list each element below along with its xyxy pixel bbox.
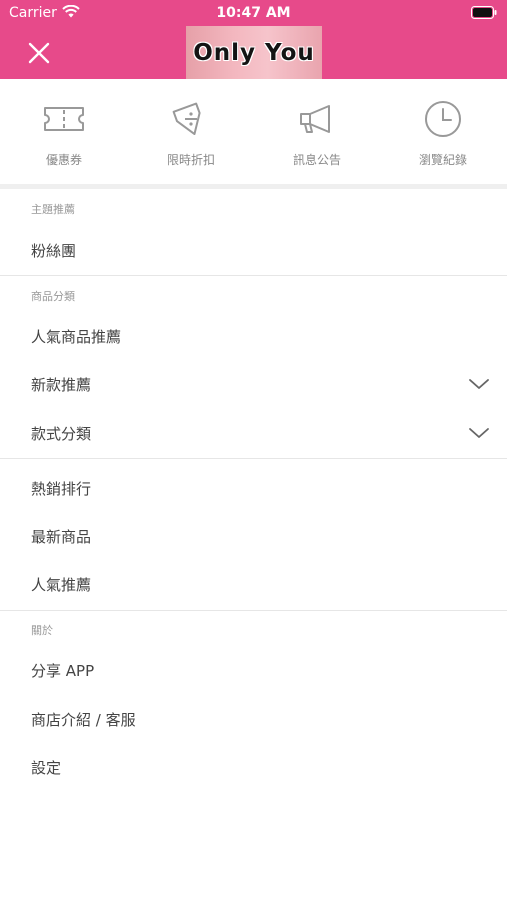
flash-sale-label: 限時折扣 bbox=[166, 153, 215, 167]
close-icon bbox=[28, 42, 50, 64]
megaphone-icon bbox=[300, 105, 330, 133]
menu-item-new-arrivals[interactable]: 新款推薦 bbox=[0, 362, 507, 406]
menu-item-label: 設定 bbox=[31, 759, 62, 777]
menu-item-label: 新款推薦 bbox=[31, 376, 92, 394]
menu-item-best-sellers[interactable]: 熱銷排行 bbox=[0, 466, 507, 510]
divider bbox=[0, 275, 507, 276]
menu-item-fan-page[interactable]: 粉絲團 bbox=[0, 228, 507, 272]
store-logo: Only You bbox=[186, 26, 322, 79]
coupon-label: 優惠券 bbox=[45, 153, 82, 167]
menu-item-label: 粉絲團 bbox=[31, 242, 77, 260]
chevron-down-icon bbox=[469, 428, 489, 438]
coupon-button[interactable]: 優惠券 bbox=[14, 99, 114, 168]
battery-icon bbox=[471, 6, 497, 19]
menu-item-label: 款式分類 bbox=[31, 425, 92, 443]
status-bar: Carrier 10:47 AM bbox=[0, 0, 507, 26]
close-button[interactable] bbox=[24, 38, 54, 68]
section-title-theme: 主題推薦 bbox=[31, 203, 75, 216]
menu-item-label: 最新商品 bbox=[31, 528, 92, 546]
history-label: 瀏覽紀錄 bbox=[418, 153, 467, 167]
history-button[interactable]: 瀏覽紀錄 bbox=[393, 99, 493, 168]
flash-sale-button[interactable]: 限時折扣 bbox=[141, 99, 241, 168]
menu-item-latest-products[interactable]: 最新商品 bbox=[0, 514, 507, 558]
status-time: 10:47 AM bbox=[216, 5, 291, 21]
discount-tag-icon bbox=[172, 102, 201, 136]
menu-item-popular-products[interactable]: 人氣商品推薦 bbox=[0, 314, 507, 358]
section-divider bbox=[0, 184, 507, 189]
section-title-category: 商品分類 bbox=[31, 290, 75, 303]
logo-text: Only You bbox=[193, 39, 315, 66]
ticket-icon bbox=[44, 107, 84, 131]
divider bbox=[0, 458, 507, 459]
menu-item-label: 分享 APP bbox=[31, 662, 95, 680]
announcements-label: 訊息公告 bbox=[292, 153, 341, 167]
menu-item-label: 人氣商品推薦 bbox=[31, 328, 122, 346]
menu-item-label: 人氣推薦 bbox=[31, 576, 92, 594]
menu-item-settings[interactable]: 設定 bbox=[0, 745, 507, 789]
clock-icon bbox=[425, 101, 461, 137]
chevron-down-icon bbox=[469, 379, 489, 389]
divider bbox=[0, 610, 507, 611]
section-title-about: 關於 bbox=[31, 624, 53, 637]
announcements-button[interactable]: 訊息公告 bbox=[267, 99, 367, 168]
menu-item-label: 熱銷排行 bbox=[31, 480, 92, 498]
menu-item-style-categories[interactable]: 款式分類 bbox=[0, 411, 507, 455]
menu-item-share-app[interactable]: 分享 APP bbox=[0, 648, 507, 692]
menu-item-label: 商店介紹 / 客服 bbox=[31, 711, 136, 729]
header-bar: Carrier 10:47 AM Only You bbox=[0, 0, 507, 79]
menu-item-popular-picks[interactable]: 人氣推薦 bbox=[0, 562, 507, 606]
quick-links-bar: 優惠券 限時折扣 訊息公告 瀏覽紀錄 bbox=[0, 79, 507, 184]
menu-item-store-info[interactable]: 商店介紹 / 客服 bbox=[0, 697, 507, 741]
